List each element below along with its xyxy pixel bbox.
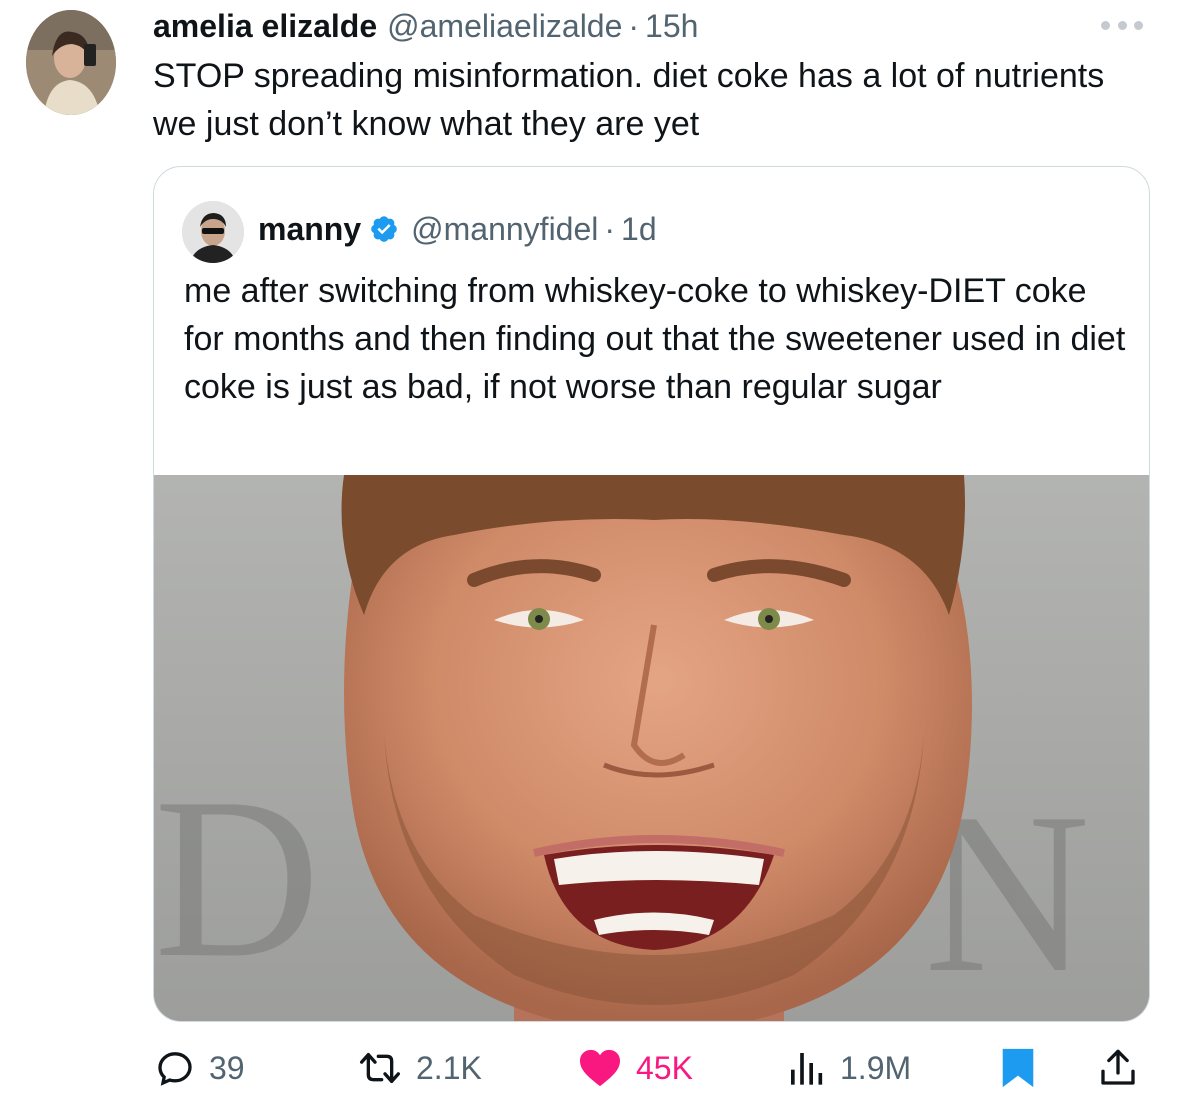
author-avatar[interactable] <box>26 10 116 115</box>
bookmark-button[interactable] <box>1000 1042 1036 1094</box>
retweet-icon <box>359 1053 400 1083</box>
share-button[interactable] <box>1098 1042 1138 1094</box>
quoted-author-display-name[interactable]: manny <box>258 211 361 248</box>
author-display-name[interactable]: amelia elizalde <box>153 8 377 45</box>
quoted-header-separator: · <box>604 210 616 247</box>
author-handle[interactable]: @ameliaelizalde <box>387 8 622 45</box>
svg-text:D: D <box>154 750 320 1005</box>
bookmark-icon <box>1002 1048 1034 1088</box>
reply-icon <box>158 1052 192 1086</box>
quoted-tweet-timestamp[interactable]: 1d <box>621 211 657 248</box>
tweet-text: STOP spreading misinformation. diet coke… <box>153 57 1105 143</box>
reply-count: 39 <box>209 1049 245 1086</box>
retweet-button[interactable]: 2.1K <box>358 1042 482 1094</box>
tweet-action-bar: 39 2.1K 45K 1.9M <box>0 1042 1179 1094</box>
quoted-author-avatar[interactable] <box>182 201 244 263</box>
heart-icon <box>580 1049 620 1087</box>
views-count: 1.9M <box>840 1049 912 1086</box>
retweet-count: 2.1K <box>416 1049 482 1086</box>
tweet-header: amelia elizalde @ameliaelizalde · 15h <box>153 6 698 46</box>
verified-badge-icon <box>369 214 399 244</box>
reply-button[interactable]: 39 <box>155 1042 245 1094</box>
dot-icon <box>1134 20 1143 30</box>
dot-icon <box>1117 20 1127 30</box>
quoted-tweet-photo[interactable]: D N <box>154 475 1149 1021</box>
like-count: 45K <box>636 1049 693 1086</box>
views-chart-icon <box>791 1053 823 1085</box>
tweet-timestamp[interactable]: 15h <box>645 8 698 45</box>
like-button[interactable]: 45K <box>578 1042 693 1094</box>
quoted-tweet-text: me after switching from whiskey-coke to … <box>184 272 1126 406</box>
quoted-tweet-card[interactable]: manny @mannyfidel · 1d me after switchin… <box>153 166 1150 1022</box>
more-options-icon[interactable] <box>1101 18 1143 32</box>
header-separator: · <box>628 7 640 44</box>
dot-icon <box>1101 20 1110 30</box>
quoted-author-handle[interactable]: @mannyfidel <box>411 211 598 248</box>
quoted-tweet-header: manny @mannyfidel · 1d <box>258 207 657 251</box>
share-icon <box>1101 1049 1135 1085</box>
views-button[interactable]: 1.9M <box>786 1042 911 1094</box>
